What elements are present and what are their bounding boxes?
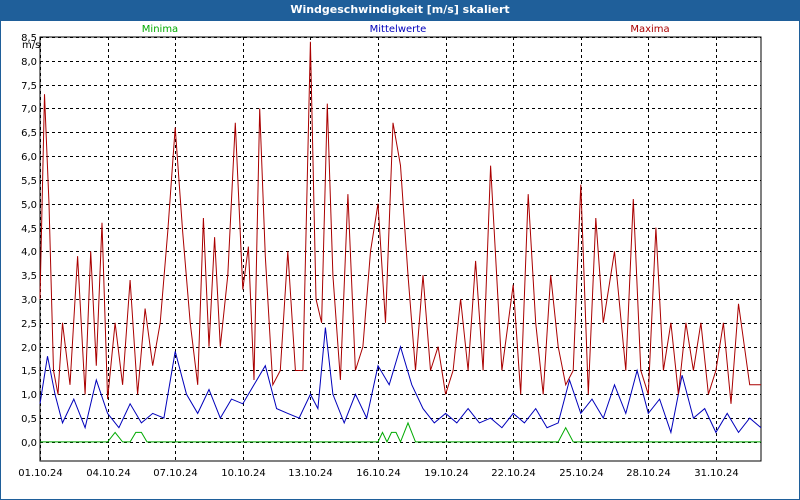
x-tick-labels: 01.10.24 04.10.24 07.10.24 10.10.24 13.10.24… — [18, 468, 739, 479]
chart-axes — [39, 36, 762, 462]
y-tick-label: 5,5 — [21, 176, 37, 187]
y-tick-label: 0,0 — [21, 438, 37, 449]
y-tick-label: 6,5 — [21, 128, 37, 139]
x-tick-label: 16.10.24 — [356, 468, 401, 479]
y-tick-label: 4,5 — [21, 224, 37, 235]
y-tick-label: 7,0 — [21, 104, 37, 115]
chart-grid — [40, 37, 761, 461]
x-tick-label: 04.10.24 — [86, 468, 131, 479]
plot-area-border — [39, 36, 762, 462]
y-tick-label: 1,5 — [21, 366, 37, 377]
x-tick-label: 22.10.24 — [491, 468, 536, 479]
y-tick-label: 2,5 — [21, 319, 37, 330]
x-tick-label: 28.10.24 — [626, 468, 671, 479]
y-tick-label: 5,0 — [21, 200, 37, 211]
x-tick-label: 13.10.24 — [288, 468, 333, 479]
y-tick-label: 2,0 — [21, 343, 37, 354]
chart-series — [39, 41, 762, 444]
x-tick-label: 31.10.24 — [694, 468, 739, 479]
y-tick-label: 3,5 — [21, 271, 37, 282]
series-line-mittelwerte — [39, 327, 762, 435]
x-tick-label: 10.10.24 — [221, 468, 266, 479]
y-axis-label: m/s — [22, 40, 40, 51]
y-tick-labels: 0,0 0,5 1,0 1,5 2,0 2,5 3,0 3,5 4,0 4,5 5,0 5,5 6,0 6… — [21, 33, 37, 449]
y-tick-label: 4,0 — [21, 247, 37, 258]
wind-speed-chart: 0,0 0,5 1,0 1,5 2,0 2,5 3,0 3,5 4,0 4,5 5,0 5,5 6,0 6… — [18, 24, 762, 479]
y-tick-label: 7,5 — [21, 81, 37, 92]
x-tick-label: 19.10.24 — [424, 468, 469, 479]
y-tick-label: 3,0 — [21, 295, 37, 306]
series-line-maxima — [39, 41, 761, 404]
x-tick-label: 07.10.24 — [153, 468, 198, 479]
y-tick-label: 1,0 — [21, 390, 37, 401]
legend-entry-mittelwerte: Mittelwerte — [370, 24, 427, 35]
y-tick-label: 6,0 — [21, 152, 37, 163]
legend-entry-maxima: Maxima — [630, 24, 669, 35]
x-tick-label: 01.10.24 — [18, 468, 63, 479]
y-tick-label: 0,5 — [21, 414, 37, 425]
x-tick-label: 25.10.24 — [559, 468, 604, 479]
y-tick-label: 8,0 — [21, 57, 37, 68]
series-line-minima — [40, 421, 761, 444]
chart-legend: Minima Mittelwerte Maxima — [142, 24, 670, 35]
legend-entry-minima: Minima — [142, 24, 178, 35]
